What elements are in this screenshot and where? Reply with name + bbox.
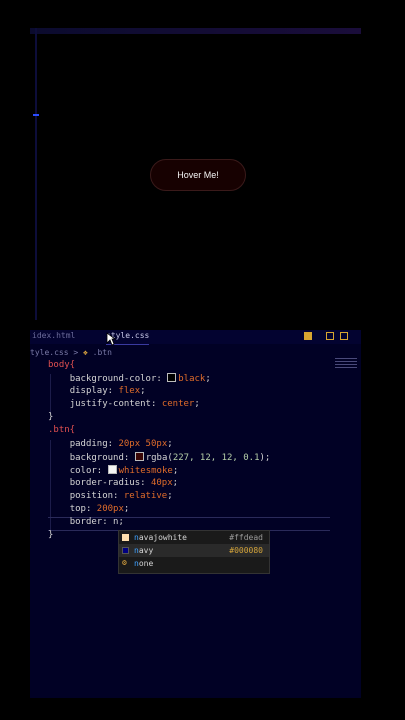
code-line[interactable]: } [48,412,53,422]
color-swatch-icon [122,534,129,541]
code-editor: idex.html style.css tyle.css > ❖ .btn bo… [30,330,361,698]
code-line[interactable]: .btn{ [48,425,75,435]
color-swatch-icon[interactable] [134,452,144,461]
keyword-icon: ⚙ [122,558,127,567]
suggestion-item[interactable]: navajowhite #ffdead [119,531,269,544]
code-line[interactable]: border-radius: 40px; [48,478,178,488]
color-swatch-icon[interactable] [107,465,117,474]
code-line[interactable]: background-color: black; [48,373,211,384]
browser-preview: Hover Me! [30,28,361,320]
hover-me-button[interactable]: Hover Me! [150,159,246,191]
suggestion-item-selected[interactable]: navy #000080 [119,544,269,557]
code-line[interactable]: background: rgba(227, 12, 12, 0.1); [48,452,270,463]
breadcrumb-symbol[interactable]: .btn [93,348,112,357]
preview-marker [33,114,39,116]
code-line[interactable]: justify-content: center; [48,399,200,409]
code-line[interactable]: top: 200px; [48,504,130,514]
color-swatch-icon [122,547,129,554]
preview-left-border [35,28,37,320]
code-line[interactable]: position: relative; [48,491,173,501]
more-actions-icon[interactable] [340,332,348,340]
minimap[interactable] [335,358,357,378]
layout-icon[interactable] [326,332,334,340]
split-editor-icon[interactable] [304,332,312,340]
breadcrumb-separator: > [73,348,79,357]
code-line[interactable]: body{ [48,360,75,370]
color-swatch-icon[interactable] [167,373,177,382]
suggestion-item[interactable]: ⚙ none [119,557,269,570]
breadcrumb: tyle.css > ❖ .btn [30,348,112,357]
preview-top-bar [30,28,361,34]
code-line[interactable]: display: flex; [48,386,146,396]
autocomplete-suggestions: navajowhite #ffdead navy #000080 ⚙ none [118,530,270,574]
tab-bar: idex.html style.css [30,330,361,345]
code-line[interactable]: padding: 20px 50px; [48,439,173,449]
code-line-active[interactable]: border: n; [48,517,124,527]
code-line[interactable]: color: whitesmoke; [48,465,178,476]
breadcrumb-file[interactable]: tyle.css [30,348,69,357]
tab-index-html[interactable]: idex.html [32,330,75,344]
code-line[interactable]: } [48,530,53,540]
symbol-icon: ❖ [83,348,88,357]
mouse-cursor-icon [106,332,116,346]
